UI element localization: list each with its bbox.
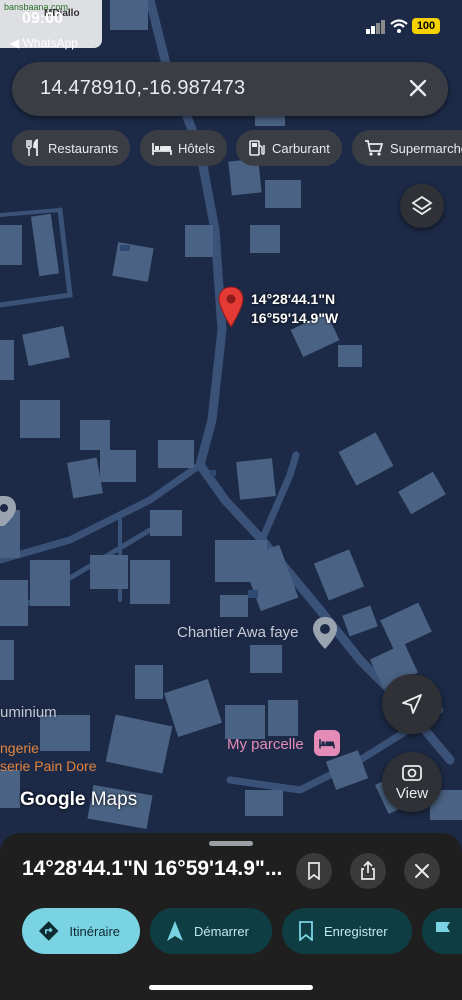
search-input[interactable]: 14.478910,-16.987473 xyxy=(40,77,245,100)
pin-label: 14°28'44.1"N 16°59'14.9"W xyxy=(251,290,338,328)
wifi-icon xyxy=(390,19,408,33)
place-label-parcelle[interactable]: My parcelle xyxy=(227,736,304,753)
fork-knife-icon xyxy=(26,139,38,156)
status-time: 09:00 xyxy=(22,10,63,27)
signal-icon xyxy=(366,20,385,34)
logo-maps: Maps xyxy=(90,789,138,810)
camera-view-icon xyxy=(402,764,422,781)
battery-indicator: 100 xyxy=(412,18,440,34)
cart-icon xyxy=(365,140,384,156)
bed-icon xyxy=(319,739,335,749)
google-maps-logo: Google Maps xyxy=(20,789,137,811)
close-icon xyxy=(415,864,429,878)
start-label: Démarrer xyxy=(194,923,249,939)
layers-button[interactable] xyxy=(400,184,444,228)
navigation-arrow-icon xyxy=(402,694,422,714)
bed-icon xyxy=(152,143,172,155)
save-button[interactable]: Enregistrer xyxy=(282,908,412,954)
place-label-bakery-pain-dore[interactable]: serie Pain Dore xyxy=(0,758,97,774)
navigation-arrow-icon xyxy=(167,921,183,941)
view-label: View xyxy=(395,784,429,802)
directions-label: Itinéraire xyxy=(69,923,120,939)
fuel-icon xyxy=(249,140,265,156)
chip-supermarket[interactable]: Supermarché xyxy=(352,130,462,166)
share-icon xyxy=(361,861,375,880)
layers-icon xyxy=(411,195,433,216)
directions-icon xyxy=(38,921,59,941)
save-bookmark-button[interactable] xyxy=(296,853,332,889)
start-button[interactable]: Démarrer xyxy=(150,908,272,954)
chip-hotels[interactable]: Hôtels xyxy=(140,130,227,166)
chip-restaurants[interactable]: Restaurants xyxy=(12,130,131,166)
chip-label: Restaurants xyxy=(48,140,119,156)
poi-marker-icon[interactable] xyxy=(0,496,16,526)
place-label-bakery[interactable]: ngerie xyxy=(0,740,39,756)
directions-button[interactable]: Itinéraire xyxy=(22,908,140,954)
hotel-marker[interactable] xyxy=(314,730,340,756)
bookmark-icon xyxy=(308,862,320,880)
back-to-app-link[interactable]: ◀ WhatsApp xyxy=(10,36,78,50)
sheet-title: 14°28'44.1"N 16°59'14.9"... xyxy=(22,857,283,880)
pin-longitude: 16°59'14.9"W xyxy=(251,310,339,326)
close-sheet-button[interactable] xyxy=(404,853,440,889)
share-button[interactable] xyxy=(350,853,386,889)
place-label-aluminium[interactable]: uminium xyxy=(0,704,57,721)
place-label-chantier[interactable]: Chantier Awa faye xyxy=(177,624,298,641)
flag-icon xyxy=(436,922,450,940)
location-pin-icon[interactable] xyxy=(218,286,244,328)
street-view-button[interactable]: View xyxy=(382,752,442,812)
chip-fuel[interactable]: Carburant xyxy=(236,130,342,166)
chip-label: Hôtels xyxy=(178,140,215,156)
bookmark-icon xyxy=(299,921,313,941)
search-bar[interactable]: 14.478910,-16.987473 xyxy=(12,62,448,116)
chip-label: Supermarché xyxy=(390,140,462,156)
chip-label: Carburant xyxy=(272,140,330,156)
more-actions-button[interactable] xyxy=(422,908,462,954)
logo-google: Google xyxy=(20,789,86,810)
poi-marker-icon[interactable] xyxy=(312,616,338,650)
close-icon[interactable] xyxy=(406,76,430,100)
save-label: Enregistrer xyxy=(324,923,388,939)
home-indicator[interactable] xyxy=(149,985,313,990)
my-location-button[interactable] xyxy=(382,674,442,734)
pin-latitude: 14°28'44.1"N xyxy=(251,291,336,307)
sheet-drag-handle[interactable] xyxy=(209,841,253,846)
